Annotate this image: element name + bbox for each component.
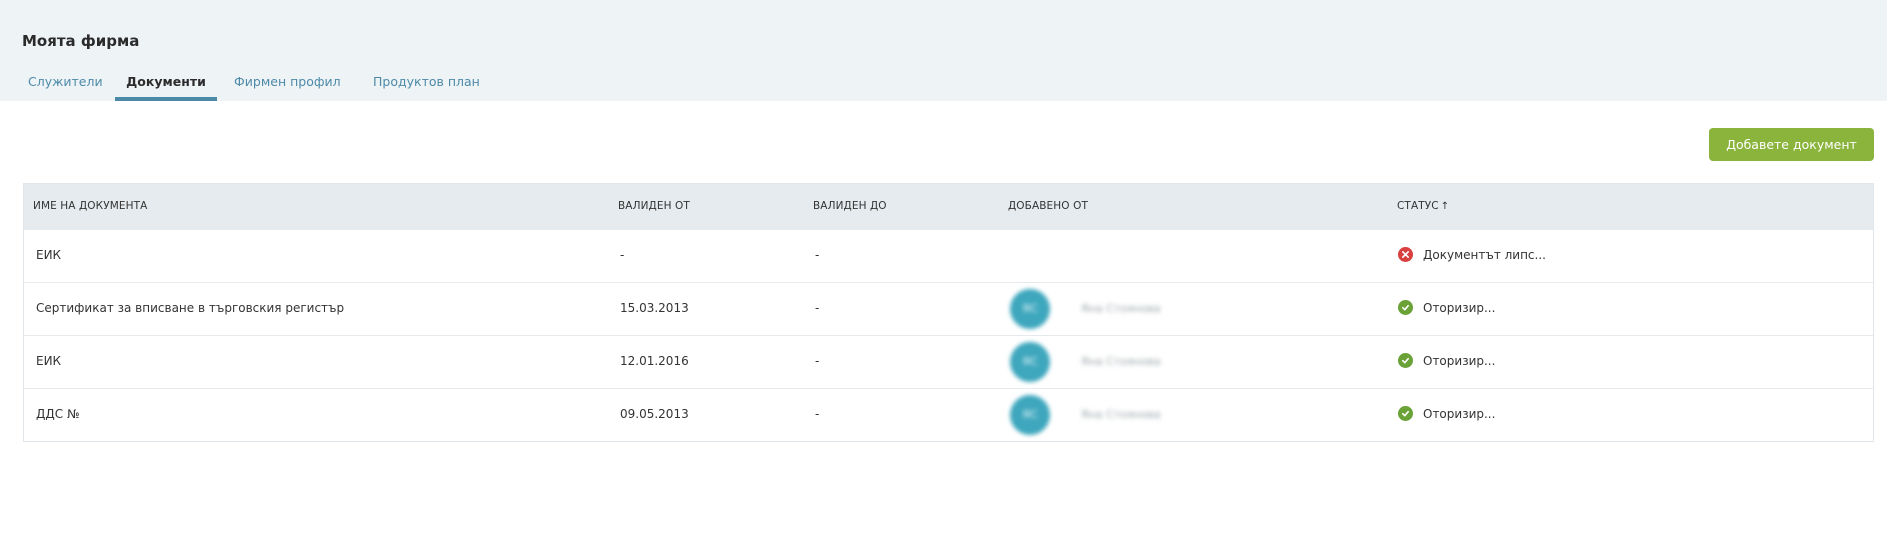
document-name: ЕИК (36, 248, 62, 262)
avatar: ЯС (1010, 342, 1050, 382)
check-circle-icon (1398, 353, 1413, 368)
valid-from: 09.05.2013 (620, 407, 689, 421)
x-circle-icon (1398, 247, 1413, 262)
status-label: Оторизир... (1423, 353, 1496, 368)
table-row[interactable]: ЕИК 12.01.2016 - ЯС Яна Стоянова Оторизи… (24, 335, 1873, 388)
status-label: Оторизир... (1423, 406, 1496, 421)
page-header: Моята фирма Служители Документи Фирмен п… (0, 0, 1887, 101)
add-document-button[interactable]: Добавете документ (1709, 128, 1874, 161)
added-by-name: Яна Стоянова (1081, 302, 1161, 315)
valid-to: - (815, 301, 820, 315)
document-name: ДДС № (36, 407, 80, 421)
status-label: Документът липс... (1423, 247, 1546, 262)
status: Документът липс... (1398, 247, 1546, 262)
table-row[interactable]: ДДС № 09.05.2013 - ЯС Яна Стоянова Отори… (24, 388, 1873, 441)
status: Оторизир... (1398, 300, 1495, 315)
tab-documents[interactable]: Документи (115, 74, 217, 101)
check-circle-icon (1398, 300, 1413, 315)
valid-to: - (815, 407, 820, 421)
column-header-status[interactable]: СТАТУС ↑ (1397, 200, 1449, 212)
status-label: Оторизир... (1423, 300, 1496, 315)
document-name: Сертификат за вписване в търговския реги… (36, 301, 345, 315)
valid-to: - (815, 354, 820, 368)
valid-from: - (620, 248, 625, 262)
status: Оторизир... (1398, 353, 1495, 368)
table-row[interactable]: Сертификат за вписване в търговския реги… (24, 282, 1873, 335)
column-header-status-label: СТАТУС (1397, 200, 1439, 212)
tab-employees[interactable]: Служители (28, 74, 103, 101)
tab-product-plan[interactable]: Продуктов план (373, 74, 480, 101)
sort-arrow-up-icon: ↑ (1440, 201, 1450, 212)
valid-from: 15.03.2013 (620, 301, 689, 315)
page-title: Моята фирма (22, 32, 140, 50)
table-row[interactable]: ЕИК - - Документът липс... (24, 229, 1873, 282)
check-circle-icon (1398, 406, 1413, 421)
added-by-name: Яна Стоянова (1081, 355, 1161, 368)
column-header-added-by[interactable]: ДОБАВЕНО ОТ (1008, 200, 1088, 212)
avatar: ЯС (1010, 395, 1050, 435)
status: Оторизир... (1398, 406, 1495, 421)
added-by-name: Яна Стоянова (1081, 408, 1161, 421)
valid-to: - (815, 248, 820, 262)
documents-table: ИМЕ НА ДОКУМЕНТА ВАЛИДЕН ОТ ВАЛИДЕН ДО Д… (23, 183, 1874, 442)
tab-company-profile[interactable]: Фирмен профил (234, 74, 341, 101)
column-header-name[interactable]: ИМЕ НА ДОКУМЕНТА (33, 200, 147, 212)
table-header: ИМЕ НА ДОКУМЕНТА ВАЛИДЕН ОТ ВАЛИДЕН ДО Д… (24, 184, 1873, 229)
column-header-valid-to[interactable]: ВАЛИДЕН ДО (813, 200, 887, 212)
column-header-valid-from[interactable]: ВАЛИДЕН ОТ (618, 200, 690, 212)
avatar: ЯС (1010, 289, 1050, 329)
valid-from: 12.01.2016 (620, 354, 689, 368)
document-name: ЕИК (36, 354, 62, 368)
